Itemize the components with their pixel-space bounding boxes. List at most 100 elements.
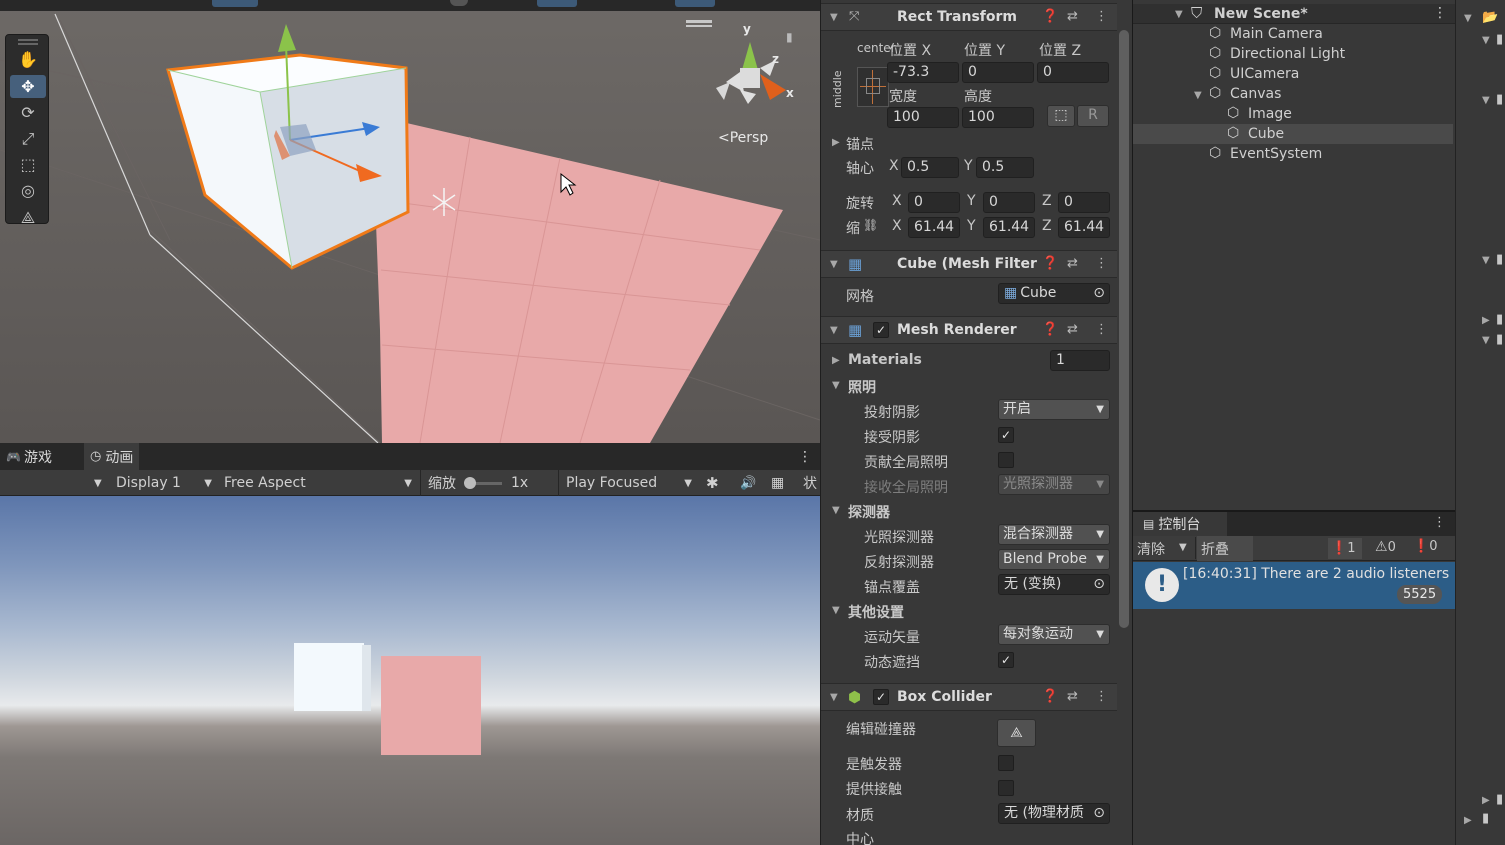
foldout-arrow[interactable]: ▶ (1482, 795, 1490, 806)
folder-icon[interactable]: ▮ (1482, 811, 1489, 826)
box-collider-enabled-checkbox[interactable]: ✓ (873, 689, 889, 705)
foldout-arrow[interactable]: ▼ (1464, 13, 1472, 24)
scene-more-icon[interactable]: ⋮ (1433, 5, 1447, 21)
hand-icon[interactable]: ✋ (10, 48, 46, 71)
rot-z-field[interactable]: 0 (1058, 192, 1110, 213)
cast-shadows-dropdown[interactable]: 开启 ▼ (998, 399, 1110, 420)
foldout-arrow[interactable]: ▼ (830, 325, 838, 336)
warning-filter-button[interactable]: ⚠ 0 (1375, 539, 1396, 555)
hierarchy-item[interactable]: Cube (1248, 126, 1284, 142)
tab-game[interactable]: 🎮 游戏 (6, 443, 52, 470)
preset-icon[interactable]: ⇄ (1067, 689, 1078, 704)
foldout-arrow[interactable]: ▶ (832, 137, 840, 148)
foldout-arrow[interactable]: ▼ (830, 259, 838, 270)
help-icon[interactable]: ❓ (1042, 256, 1058, 271)
foldout-arrow[interactable]: ▼ (1175, 9, 1183, 20)
preset-icon[interactable]: ⇄ (1067, 322, 1078, 337)
clear-button[interactable]: 清除 (1137, 539, 1165, 559)
audio-icon[interactable]: 🔊 (740, 470, 756, 496)
hierarchy-item[interactable]: Canvas (1230, 86, 1281, 102)
more-menu-icon[interactable]: ⋮ (1433, 515, 1446, 530)
height-field[interactable]: 100 (962, 107, 1034, 128)
move-icon[interactable]: ✥ (10, 75, 46, 98)
link-icon[interactable]: ⛓ (863, 218, 878, 232)
materials-count-field[interactable]: 1 (1050, 350, 1110, 371)
more-icon[interactable]: ⋮ (1095, 9, 1108, 24)
reflection-probes-dropdown[interactable]: Blend Probe ▼ (998, 549, 1110, 570)
transform-icon[interactable]: ◎ (10, 179, 46, 202)
receive-shadows-checkbox[interactable]: ✓ (998, 427, 1014, 443)
hierarchy-item[interactable]: Main Camera (1230, 26, 1323, 42)
raw-edit-button[interactable]: R (1077, 105, 1109, 127)
hierarchy-item[interactable]: UICamera (1230, 66, 1299, 82)
clear-options-dropdown[interactable]: ▼ (1179, 542, 1187, 553)
foldout-arrow[interactable]: ▼ (832, 505, 840, 516)
dynamic-occlusion-checkbox[interactable]: ✓ (998, 652, 1014, 668)
game-dropdown-arrow[interactable]: ▼ (94, 470, 102, 496)
foldout-arrow[interactable]: ▼ (830, 12, 838, 23)
rot-y-field[interactable]: 0 (983, 192, 1035, 213)
foldout-arrow[interactable]: ▼ (1482, 335, 1490, 346)
folder-icon[interactable]: ▮ (1496, 332, 1503, 347)
pos-y-field[interactable]: 0 (962, 62, 1034, 83)
inspector-scrollbar[interactable] (1119, 30, 1129, 628)
help-icon[interactable]: ❓ (1042, 689, 1058, 704)
hierarchy-item[interactable]: Image (1248, 106, 1292, 122)
scale-slider-thumb[interactable] (464, 477, 476, 489)
hierarchy-item[interactable]: Directional Light (1230, 46, 1345, 62)
more-icon[interactable]: ⋮ (1095, 322, 1108, 337)
foldout-arrow[interactable]: ▶ (1482, 315, 1490, 326)
folder-icon[interactable]: ▮ (1496, 312, 1503, 327)
edit-collider-button[interactable]: ⟁ (997, 719, 1036, 747)
help-icon[interactable]: ❓ (1042, 322, 1058, 337)
provides-contacts-checkbox[interactable] (998, 780, 1014, 796)
custom-tool-icon[interactable]: ⟁ (10, 206, 46, 229)
aspect-dropdown[interactable]: Free Aspect ▼ (224, 470, 416, 496)
object-picker-icon[interactable]: ⊙ (1093, 575, 1105, 594)
anchor-preset-button[interactable] (857, 67, 889, 107)
persp-toggle[interactable]: <Persp (718, 130, 768, 146)
folder-icon[interactable]: ▮ (1496, 252, 1503, 267)
rect-transform-header[interactable]: ▼ ⤧ Rect Transform ❓ ⇄ ⋮ (821, 3, 1117, 31)
object-picker-icon[interactable]: ⊙ (1093, 284, 1105, 303)
foldout-arrow[interactable]: ▶ (1464, 815, 1472, 826)
grid-icon[interactable]: ▦ (771, 470, 784, 496)
foldout-arrow[interactable]: ▶ (832, 355, 840, 366)
foldout-arrow[interactable]: ▼ (1482, 35, 1490, 46)
rotate-icon[interactable]: ⟳ (10, 101, 46, 124)
folder-icon[interactable]: ▮ (1496, 92, 1503, 107)
scale-icon[interactable]: ⤢ (10, 127, 46, 150)
anchor-override-field[interactable]: 无 (变换) ⊙ (998, 574, 1110, 595)
object-picker-icon[interactable]: ⊙ (1093, 804, 1105, 823)
more-icon[interactable]: ⋮ (1095, 689, 1108, 704)
collapse-button[interactable]: 折叠 (1201, 539, 1229, 559)
mesh-renderer-header[interactable]: ▼ ▦ ✓ Mesh Renderer ❓ ⇄ ⋮ (821, 316, 1117, 344)
rot-x-field[interactable]: 0 (908, 192, 960, 213)
preset-icon[interactable]: ⇄ (1067, 256, 1078, 271)
scene-canvas[interactable] (0, 0, 820, 443)
game-view[interactable] (0, 496, 820, 845)
mesh-filter-header[interactable]: ▼ ▦ Cube (Mesh Filter ❓ ⇄ ⋮ (821, 250, 1117, 278)
width-field[interactable]: 100 (887, 107, 959, 128)
motion-vectors-dropdown[interactable]: 每对象运动 ▼ (998, 624, 1110, 645)
tab-animation[interactable]: ◷ 动画 (84, 443, 140, 470)
info-filter-button[interactable]: ❗ 1 (1328, 538, 1362, 559)
folder-icon[interactable]: 📂 (1482, 10, 1498, 25)
hierarchy-item[interactable]: EventSystem (1230, 146, 1322, 162)
foldout-arrow[interactable]: ▼ (1194, 90, 1202, 101)
light-probes-dropdown[interactable]: 混合探测器 ▼ (998, 524, 1110, 545)
foldout-arrow[interactable]: ▼ (830, 692, 838, 703)
scene-view[interactable]: y z x ▮ <Persp (0, 0, 820, 443)
error-filter-button[interactable]: ❗ 0 (1413, 539, 1437, 554)
preset-icon[interactable]: ⇄ (1067, 9, 1078, 24)
contribute-gi-checkbox[interactable] (998, 452, 1014, 468)
foldout-arrow[interactable]: ▼ (1482, 255, 1490, 266)
more-icon[interactable]: ⋮ (1095, 256, 1108, 271)
folder-icon[interactable]: ▮ (1496, 792, 1503, 807)
physic-material-field[interactable]: 无 (物理材质 ⊙ (998, 803, 1110, 824)
foldout-arrow[interactable]: ▼ (832, 605, 840, 616)
pivot-x-field[interactable]: 0.5 (901, 157, 959, 178)
display-dropdown[interactable]: Display 1 ▼ (116, 470, 216, 496)
box-collider-header[interactable]: ▼ ⬢ ✓ Box Collider ❓ ⇄ ⋮ (821, 683, 1117, 711)
is-trigger-checkbox[interactable] (998, 755, 1014, 771)
